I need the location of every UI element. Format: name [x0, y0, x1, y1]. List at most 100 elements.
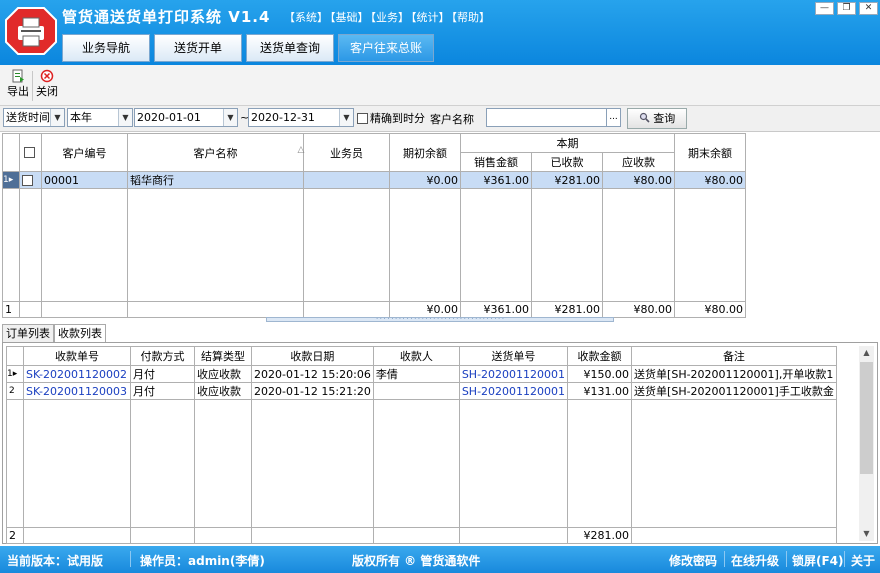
- cell-payment-date: 2020-01-12 15:21:20: [251, 382, 374, 400]
- cell-payment-date: 2020-01-12 15:20:06: [251, 365, 374, 383]
- close-button[interactable]: 关闭: [34, 69, 60, 99]
- title-bar: 管货通送货单打印系统 V1.4 【系统】 【基础】 【业务】 【统计】 【帮助】 — ❐…: [0, 0, 880, 65]
- about-link[interactable]: 关于: [851, 552, 875, 569]
- col-group-current-period: 本期: [460, 133, 675, 153]
- online-upgrade-link[interactable]: 在线升级: [731, 552, 779, 569]
- export-label: 导出: [7, 85, 29, 98]
- col-settle-type[interactable]: 结算类型: [194, 346, 252, 366]
- date-from-picker[interactable]: 2020-01-01 ▼: [134, 108, 238, 127]
- cell-sales-amount: ¥361.00: [460, 171, 532, 189]
- tab-order-list[interactable]: 订单列表: [2, 324, 54, 342]
- col-sales-amount[interactable]: 销售金额: [460, 152, 532, 172]
- col-opening-balance[interactable]: 期初余额: [389, 133, 461, 172]
- app-title: 管货通送货单打印系统 V1.4: [62, 8, 271, 26]
- select-all-checkbox[interactable]: [19, 133, 42, 172]
- sort-asc-icon: △: [297, 144, 305, 155]
- query-button[interactable]: 查询: [627, 108, 687, 129]
- splitter-handle[interactable]: · · · · · · · · · · · · · · · · · · · · …: [266, 317, 614, 323]
- close-window-button[interactable]: ✕: [859, 2, 878, 15]
- tab-delivery-query[interactable]: 送货单查询: [246, 34, 334, 62]
- tab-payment-list[interactable]: 收款列表: [54, 324, 106, 342]
- cell-delivery-no[interactable]: SH-202001120001: [458, 365, 569, 383]
- col-received[interactable]: 已收款: [531, 152, 603, 172]
- copyright-text: 版权所有 ® 管货通软件: [352, 554, 481, 568]
- col-clerk[interactable]: 业务员: [303, 133, 390, 172]
- printer-logo-icon: [5, 7, 57, 55]
- payment-grid: 收款单号 付款方式 结算类型 收款日期 收款人 送货单号 收款金额 备注 1▸ …: [6, 346, 837, 544]
- date-field-select[interactable]: 送货时间 ▼: [3, 108, 65, 127]
- status-separator: [724, 551, 725, 567]
- tab-customer-ledger[interactable]: 客户往来总账: [338, 34, 434, 62]
- cell-clerk: [303, 171, 390, 189]
- cell-delivery-no[interactable]: SH-202001120001: [458, 382, 569, 400]
- checkbox-box[interactable]: [24, 147, 35, 158]
- footer-amount: ¥281.00: [567, 527, 633, 544]
- scroll-thumb[interactable]: [860, 362, 873, 474]
- close-label: 关闭: [36, 85, 58, 98]
- customer-ledger-grid: 客户编号 客户名称 △ 业务员 期初余额 本期 期末余额 销售金额 已收款 应收款…: [2, 133, 746, 318]
- tab-business-nav[interactable]: 业务导航: [62, 34, 150, 62]
- window-controls: — ❐ ✕: [815, 2, 878, 15]
- col-customer-name[interactable]: 客户名称 △: [127, 133, 305, 172]
- cell-settle-type: 收应收款: [194, 382, 252, 400]
- precise-time-checkbox[interactable]: 精确到时分: [357, 110, 425, 126]
- footer-count: 2: [6, 527, 24, 544]
- checkbox-box[interactable]: [357, 113, 368, 124]
- chevron-down-icon: ▼: [50, 109, 64, 126]
- cell-payee: 李倩: [372, 365, 460, 383]
- minimize-button[interactable]: —: [815, 2, 834, 15]
- row-checkbox[interactable]: [19, 171, 42, 189]
- col-payment-amount[interactable]: 收款金额: [567, 346, 633, 366]
- cell-payment-amount: ¥150.00: [567, 365, 633, 383]
- cell-payee: [372, 382, 460, 400]
- menu-stats[interactable]: 【统计】: [411, 11, 450, 24]
- cell-note: 送货单[SH-202001120001],开单收款1: [631, 365, 837, 383]
- chevron-down-icon: ▼: [223, 109, 237, 126]
- filter-bar: 送货时间 ▼ 本年 ▼ 2020-01-01 ▼ ~ 2020-12-31 ▼ 精确到时…: [0, 106, 880, 132]
- date-to-picker[interactable]: 2020-12-31 ▼: [248, 108, 354, 127]
- col-note[interactable]: 备注: [631, 346, 837, 366]
- customer-picker-button[interactable]: ...: [606, 108, 621, 127]
- cell-closing-balance: ¥80.00: [674, 171, 746, 189]
- vertical-scrollbar[interactable]: ▲ ▼: [859, 346, 874, 541]
- col-closing-balance[interactable]: 期末余额: [674, 133, 746, 172]
- cell-customer-name: 韬华商行: [127, 171, 304, 189]
- menu-help[interactable]: 【帮助】: [452, 11, 491, 24]
- row-indicator-header: [2, 133, 20, 172]
- menu-business[interactable]: 【业务】: [371, 11, 410, 24]
- nav-tabs: 业务导航 送货开单 送货单查询 客户往来总账: [62, 34, 434, 62]
- lock-screen-link[interactable]: 锁屏(F4): [792, 552, 844, 569]
- scroll-down-icon[interactable]: ▼: [859, 527, 874, 541]
- cell-receivable: ¥80.00: [602, 171, 675, 189]
- status-separator: [844, 551, 845, 567]
- col-payee[interactable]: 收款人: [372, 346, 460, 366]
- period-select[interactable]: 本年 ▼: [67, 108, 133, 127]
- table-row[interactable]: 1▸ 00001 韬华商行 ¥0.00 ¥361.00 ¥281.00 ¥80.…: [2, 171, 746, 189]
- table-row[interactable]: 1▸ SK-202001120002 月付 收应收款 2020-01-12 15…: [6, 365, 837, 383]
- footer-row: 1 ¥0.00 ¥361.00 ¥281.00 ¥80.00 ¥80.00: [2, 301, 746, 318]
- scroll-up-icon[interactable]: ▲: [859, 346, 874, 360]
- col-customer-code[interactable]: 客户编号: [41, 133, 128, 172]
- menu-system[interactable]: 【系统】: [284, 11, 328, 24]
- tab-new-delivery[interactable]: 送货开单: [154, 34, 242, 62]
- menu-basic[interactable]: 【基础】: [330, 11, 369, 24]
- col-payment-method[interactable]: 付款方式: [130, 346, 195, 366]
- change-password-link[interactable]: 修改密码: [669, 552, 717, 569]
- col-delivery-no[interactable]: 送货单号: [458, 346, 569, 366]
- close-circle-icon: [40, 69, 54, 83]
- chevron-down-icon: ▼: [118, 109, 132, 126]
- checkbox-box[interactable]: [22, 174, 33, 186]
- restore-button[interactable]: ❐: [837, 2, 856, 15]
- col-receivable[interactable]: 应收款: [602, 152, 675, 172]
- col-payment-date[interactable]: 收款日期: [251, 346, 374, 366]
- customer-name-input[interactable]: [486, 108, 608, 127]
- search-icon: [639, 112, 650, 123]
- table-row[interactable]: 2 SK-202001120003 月付 收应收款 2020-01-12 15:…: [6, 382, 837, 400]
- toolbar: 导出 关闭: [0, 65, 880, 106]
- cell-payment-method: 月付: [130, 382, 195, 400]
- row-indicator: 2: [6, 382, 24, 400]
- col-payment-no[interactable]: 收款单号: [23, 346, 131, 366]
- cell-payment-no[interactable]: SK-202001120002: [23, 365, 131, 383]
- cell-payment-no[interactable]: SK-202001120003: [23, 382, 131, 400]
- export-button[interactable]: 导出: [5, 69, 31, 99]
